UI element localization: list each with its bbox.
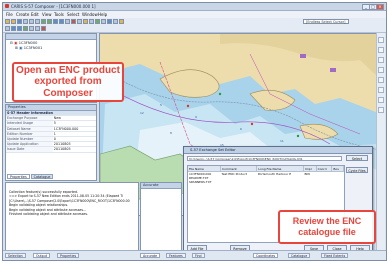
menu-window[interactable]: Window (82, 12, 98, 17)
properties-tabs: Properties Catalogue (7, 174, 54, 179)
edit-icon[interactable] (5, 26, 10, 31)
menu-file[interactable]: File (6, 12, 13, 17)
cut-icon[interactable] (23, 19, 28, 24)
menu-create[interactable]: Create (16, 12, 29, 17)
properties-table: S-57 Header Information Exchange Purpose… (6, 111, 96, 153)
area-icon[interactable] (23, 26, 28, 31)
report-icon[interactable] (378, 97, 384, 103)
toolbar: [Endless Select Cursor] (3, 18, 386, 33)
tab-find[interactable]: Find (192, 253, 205, 258)
filter-icon[interactable] (378, 57, 384, 63)
merge-icon[interactable] (35, 26, 40, 31)
tab-properties[interactable]: Properties (7, 174, 30, 179)
open-files-header (6, 34, 96, 40)
symbol-icon[interactable] (378, 67, 384, 73)
tab-selection[interactable]: Selection (5, 253, 26, 258)
svg-text:5: 5 (160, 103, 162, 107)
property-row[interactable]: Issue Date 20110805 (6, 146, 96, 153)
display-icon[interactable] (378, 47, 384, 53)
close-button[interactable]: × (376, 4, 384, 10)
point-icon[interactable] (11, 26, 16, 31)
menu-select[interactable]: Select (67, 12, 79, 17)
pan-icon[interactable] (65, 19, 70, 24)
open-icon[interactable] (11, 19, 16, 24)
query-icon[interactable] (378, 77, 384, 83)
svg-text:6: 6 (240, 127, 242, 131)
cursor-mode-combo[interactable]: [Endless Select Cursor] (303, 19, 349, 24)
svg-text:8: 8 (170, 131, 172, 135)
title-bar: CARIS S-57 Composer - [1C3FN000.000 1] _… (3, 3, 386, 11)
save-icon[interactable] (17, 19, 22, 24)
status-bar: Selection Output Properties Accurate Fea… (3, 250, 386, 260)
zoom-out-icon[interactable] (59, 19, 64, 24)
delete-icon[interactable] (71, 19, 76, 24)
grid-icon[interactable] (107, 19, 112, 24)
table-row[interactable]: SPANNERS.TXT (188, 180, 344, 184)
callout-open-enc: Open an ENC product exported from Compos… (12, 62, 124, 102)
svg-text:9: 9 (195, 115, 197, 119)
tab-output[interactable]: Output (33, 253, 51, 258)
tab-coordinates[interactable]: Coordinates (253, 253, 279, 258)
feature-icon[interactable] (119, 19, 124, 24)
redo-icon[interactable] (47, 19, 52, 24)
dialog-title: S-57 Exchange Set Editor (184, 147, 372, 154)
select-icon[interactable] (77, 19, 82, 24)
log-line: Finished validating object and attribute… (9, 212, 88, 217)
tab-features[interactable]: Features (166, 253, 186, 258)
menu-edit[interactable]: Edit (31, 12, 39, 17)
tab-accurate[interactable]: Accurate (140, 253, 161, 258)
svg-text:11: 11 (280, 139, 284, 143)
find-icon[interactable] (378, 87, 384, 93)
select-button[interactable]: Select (346, 155, 368, 161)
toolbar-row-2 (5, 26, 46, 31)
output-panel: Collection feature(s) successfully expor… (5, 182, 139, 251)
properties-panel: Properties S-57 Header Information Excha… (5, 104, 97, 181)
tab-catalogue[interactable]: Catalogue (30, 174, 54, 179)
new-icon[interactable] (5, 19, 10, 24)
measure-icon[interactable] (101, 19, 106, 24)
validate-icon[interactable] (95, 19, 100, 24)
split-icon[interactable] (29, 26, 34, 31)
tab-properties-bottom[interactable]: Properties (57, 253, 80, 258)
accurate-panel: Accurate (140, 182, 182, 251)
output-log: Collection feature(s) successfully expor… (9, 190, 130, 216)
layer-icon[interactable] (83, 19, 88, 24)
callout-review-catalogue: Review the ENC catalogue file (278, 210, 376, 244)
file-tree: ⊟ ▣ 1C3FN000 ⊞ ▣ 1C3FN001 (10, 41, 42, 51)
app-icon (5, 4, 9, 8)
copy-icon[interactable] (29, 19, 34, 24)
menu-view[interactable]: View (42, 12, 52, 17)
paste-icon[interactable] (35, 19, 40, 24)
tab-fixed-extents[interactable]: Fixed Extents (321, 253, 349, 258)
svg-text:12: 12 (140, 111, 144, 115)
right-toolbar (376, 33, 385, 251)
toolbar-row-1 (5, 19, 124, 24)
remove-icon[interactable] (41, 26, 46, 31)
menu-help[interactable]: Help (98, 12, 107, 17)
window-title: CARIS S-57 Composer - [1C3FN000.000 1] (11, 4, 96, 9)
accurate-header: Accurate (141, 183, 181, 189)
settings-icon[interactable] (378, 107, 384, 113)
line-icon[interactable] (17, 26, 22, 31)
zoom-in-icon[interactable] (53, 19, 58, 24)
tab-catalogue-bottom[interactable]: Catalogue (288, 253, 311, 258)
tree-item[interactable]: ⊞ ▣ 1C3FN001 (10, 46, 42, 51)
menu-tools[interactable]: Tools (54, 12, 64, 17)
undo-icon[interactable] (41, 19, 46, 24)
pointer-icon[interactable] (113, 19, 118, 24)
cycle-files-button[interactable]: Cycle Files (346, 167, 368, 173)
layers-icon[interactable] (378, 37, 384, 43)
refresh-icon[interactable] (89, 19, 94, 24)
catalogue-path-field[interactable]: [C:\Users\...\S-57 Composer\2.0\Export\1… (187, 156, 342, 161)
